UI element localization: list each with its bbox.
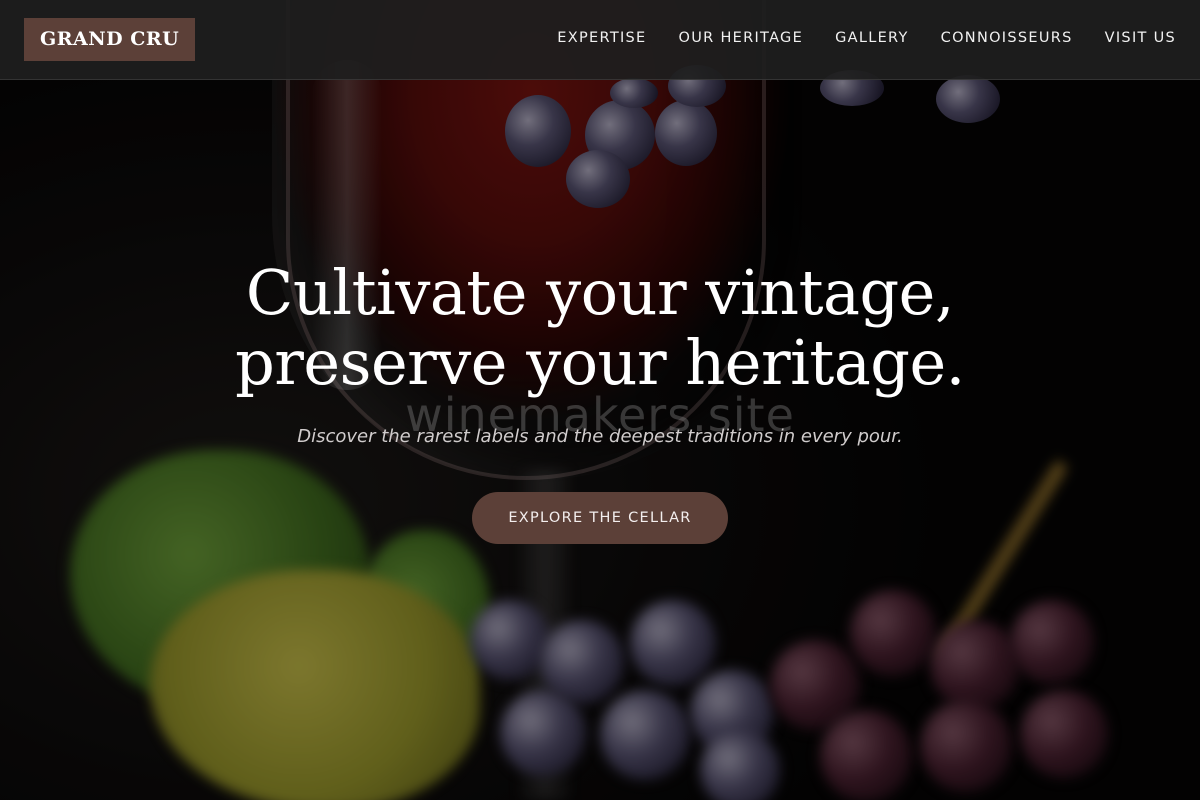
top-navigation-bar: GRAND CRU EXPERTISE OUR HERITAGE GALLERY… [0, 0, 1200, 80]
nav-link-expertise[interactable]: EXPERTISE [557, 30, 646, 46]
brand-logo[interactable]: GRAND CRU [24, 18, 196, 61]
hero-headline-line-1: Cultivate your vintage, [245, 256, 955, 329]
nav-link-gallery[interactable]: GALLERY [835, 30, 909, 46]
hero-subheadline: Discover the rarest labels and the deepe… [297, 426, 903, 447]
nav-link-visit-us[interactable]: VISIT US [1105, 30, 1176, 46]
hero-section: Cultivate your vintage, preserve your he… [0, 258, 1200, 398]
hero-headline: Cultivate your vintage, preserve your he… [0, 258, 1200, 398]
explore-cellar-button[interactable]: EXPLORE THE CELLAR [472, 492, 728, 544]
nav-link-our-heritage[interactable]: OUR HERITAGE [679, 30, 804, 46]
nav-link-connoisseurs[interactable]: CONNOISSEURS [941, 30, 1073, 46]
main-nav: EXPERTISE OUR HERITAGE GALLERY CONNOISSE… [557, 30, 1176, 46]
